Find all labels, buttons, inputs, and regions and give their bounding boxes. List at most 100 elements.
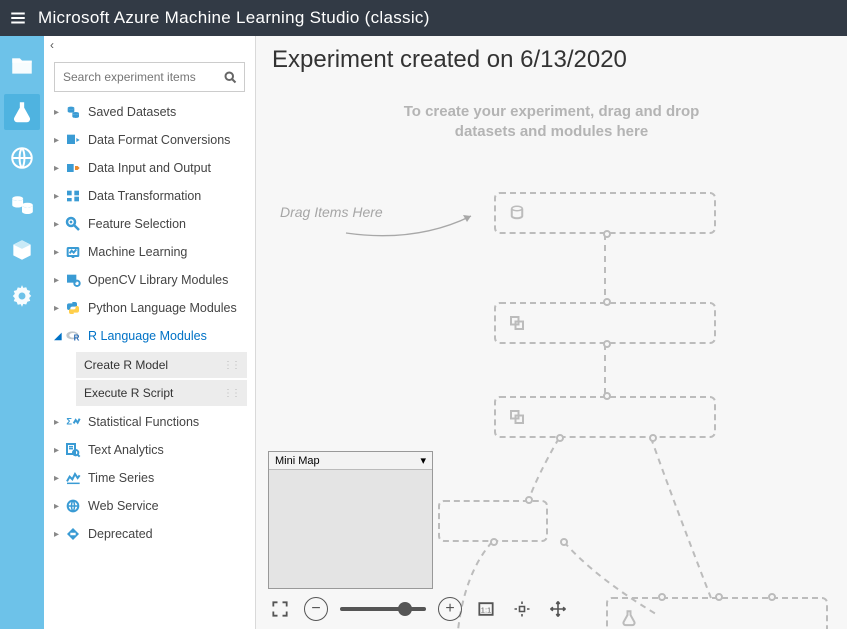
- palette-collapse[interactable]: ‹: [44, 36, 255, 54]
- rail-datasets[interactable]: [4, 186, 40, 222]
- fullscreen-button[interactable]: [268, 597, 292, 621]
- canvas-area: Experiment created on 6/13/2020 To creat…: [256, 36, 847, 629]
- ml-icon: [64, 244, 82, 260]
- rail-projects[interactable]: [4, 48, 40, 84]
- rail-web-services[interactable]: [4, 140, 40, 176]
- data-format-icon: [64, 132, 82, 148]
- category-label: Python Language Modules: [88, 301, 237, 315]
- caret-icon: ▸: [54, 191, 64, 202]
- modules-icon: [9, 237, 35, 263]
- search-icon: [223, 70, 238, 85]
- zoom-in-button[interactable]: +: [438, 597, 462, 621]
- app-header: Microsoft Azure Machine Learning Studio …: [0, 0, 847, 36]
- category-saved-datasets[interactable]: ▸ Saved Datasets: [44, 98, 255, 126]
- caret-icon: ◢: [54, 331, 64, 342]
- projects-icon: [9, 53, 35, 79]
- minimap-body[interactable]: [269, 470, 432, 588]
- stacked-cylinders-icon: [64, 104, 82, 120]
- module-create-r-model[interactable]: Create R Model⋮⋮: [76, 352, 247, 378]
- svg-text:Σ: Σ: [66, 417, 72, 427]
- rail-modules[interactable]: [4, 232, 40, 268]
- canvas-toolbar: − + 1:1: [268, 597, 570, 621]
- left-rail: [0, 36, 44, 629]
- datasets-icon: [9, 191, 35, 217]
- module-palette: ‹ ▸ Saved Datasets ▸ Data Format Conversion…: [44, 36, 256, 629]
- category-web-service[interactable]: ▸Web Service: [44, 492, 255, 520]
- category-data-transformation[interactable]: ▸ Data Transformation: [44, 182, 255, 210]
- category-label: Text Analytics: [88, 443, 164, 457]
- category-text-analytics[interactable]: ▸Text Analytics: [44, 436, 255, 464]
- placeholder-node-experiment[interactable]: [606, 597, 828, 629]
- rail-experiments[interactable]: [4, 94, 40, 130]
- placeholder-node-module-2[interactable]: [494, 396, 716, 438]
- rail-settings[interactable]: [4, 278, 40, 314]
- time-series-icon: [64, 470, 82, 486]
- caret-icon: ▸: [54, 529, 64, 540]
- experiments-icon: [9, 99, 35, 125]
- module-block-icon: [508, 408, 526, 426]
- category-label: Machine Learning: [88, 245, 187, 259]
- caret-icon: ▸: [54, 107, 64, 118]
- canvas[interactable]: To create your experiment, drag and drop…: [256, 78, 847, 629]
- text-analytics-icon: [64, 442, 82, 458]
- deprecated-icon: [64, 526, 82, 542]
- data-transform-icon: [64, 188, 82, 204]
- fit-to-screen-button[interactable]: [510, 597, 534, 621]
- caret-icon: ▸: [54, 163, 64, 174]
- category-time-series[interactable]: ▸Time Series: [44, 464, 255, 492]
- cylinder-icon: [508, 204, 526, 222]
- category-label: Deprecated: [88, 527, 153, 541]
- category-label: R Language Modules: [88, 329, 207, 343]
- category-r-language-modules[interactable]: ◢ R R Language Modules: [44, 322, 255, 350]
- category-label: Data Format Conversions: [88, 133, 230, 147]
- minimap-label: Mini Map: [275, 455, 320, 467]
- opencv-icon: [64, 272, 82, 288]
- actual-size-button[interactable]: 1:1: [474, 597, 498, 621]
- canvas-hint: To create your experiment, drag and drop…: [276, 102, 827, 143]
- r-icon: R: [64, 328, 82, 344]
- placeholder-node-small[interactable]: [438, 500, 548, 542]
- settings-icon: [9, 283, 35, 309]
- module-execute-r-script[interactable]: Execute R Script⋮⋮: [76, 380, 247, 406]
- zoom-slider[interactable]: [340, 607, 426, 611]
- feature-select-icon: [64, 216, 82, 232]
- menu-button[interactable]: [6, 6, 30, 30]
- category-label: Statistical Functions: [88, 415, 199, 429]
- experiment-title: Experiment created on 6/13/2020: [256, 36, 847, 78]
- placeholder-node-dataset[interactable]: [494, 192, 716, 234]
- search-input[interactable]: [59, 66, 223, 88]
- python-icon: [64, 300, 82, 316]
- category-python-language-modules[interactable]: ▸ Python Language Modules: [44, 294, 255, 322]
- category-data-format-conversions[interactable]: ▸ Data Format Conversions: [44, 126, 255, 154]
- caret-icon: ▸: [54, 275, 64, 286]
- caret-icon: ▸: [54, 135, 64, 146]
- minimap-header[interactable]: Mini Map ▾: [269, 452, 432, 470]
- flask-icon: [620, 609, 638, 627]
- caret-icon: ▸: [54, 219, 64, 230]
- search-container: [54, 62, 245, 92]
- hamburger-icon: [9, 9, 27, 27]
- placeholder-node-module-1[interactable]: [494, 302, 716, 344]
- svg-text:1:1: 1:1: [481, 605, 491, 614]
- category-label: Web Service: [88, 499, 159, 513]
- category-label: Saved Datasets: [88, 105, 176, 119]
- module-block-icon: [508, 314, 526, 332]
- svg-text:R: R: [74, 334, 80, 343]
- caret-icon: ▸: [54, 417, 64, 428]
- minimap[interactable]: Mini Map ▾: [268, 451, 433, 589]
- drag-hint-arrow: [336, 208, 486, 248]
- category-feature-selection[interactable]: ▸Feature Selection: [44, 210, 255, 238]
- caret-icon: ▸: [54, 303, 64, 314]
- stats-icon: Σ: [64, 414, 82, 430]
- category-statistical-functions[interactable]: ▸Σ Statistical Functions: [44, 408, 255, 436]
- module-label: Execute R Script: [84, 386, 173, 400]
- module-label: Create R Model: [84, 358, 168, 372]
- pan-button[interactable]: [546, 597, 570, 621]
- category-label: Data Transformation: [88, 189, 201, 203]
- category-machine-learning[interactable]: ▸Machine Learning: [44, 238, 255, 266]
- zoom-out-button[interactable]: −: [304, 597, 328, 621]
- category-opencv-library-modules[interactable]: ▸ OpenCV Library Modules: [44, 266, 255, 294]
- category-label: OpenCV Library Modules: [88, 273, 228, 287]
- category-deprecated[interactable]: ▸ Deprecated: [44, 520, 255, 548]
- category-data-input-and-output[interactable]: ▸Data Input and Output: [44, 154, 255, 182]
